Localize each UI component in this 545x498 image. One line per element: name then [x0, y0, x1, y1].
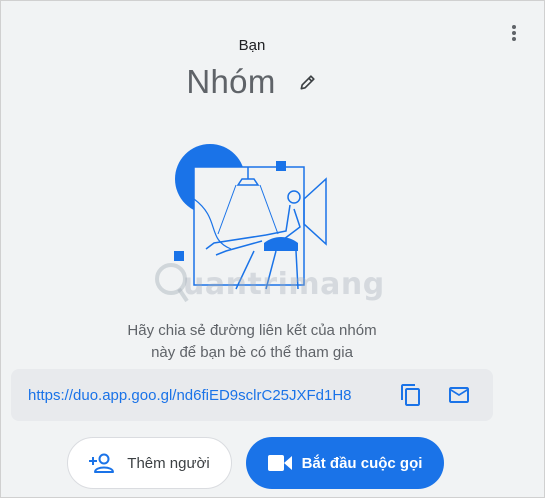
- start-call-label: Bắt đầu cuộc gọi: [301, 454, 423, 472]
- watermark-text: uantrimang: [183, 267, 385, 302]
- group-subtitle: Bạn: [238, 37, 266, 54]
- invite-link-box: https://duo.app.goo.gl/nd6fiED9sclrC25JX…: [11, 369, 493, 421]
- more-options-button[interactable]: [506, 21, 522, 45]
- share-description-line-1: Hãy chia sẻ đường liên kết của nhóm: [127, 322, 377, 339]
- mail-icon[interactable]: [447, 383, 471, 407]
- add-people-button[interactable]: Thêm người: [67, 437, 232, 489]
- person-add-icon: [89, 453, 115, 473]
- share-description-line-2: này để bạn bè có thể tham gia: [151, 344, 353, 361]
- copy-icon[interactable]: [399, 383, 423, 407]
- app-window: Bạn Nhóm uantrimang Hãy chia sẻ đường li…: [0, 0, 545, 498]
- share-description: Hãy chia sẻ đường liên kết của nhóm này …: [1, 320, 503, 364]
- pencil-icon[interactable]: [298, 72, 318, 92]
- add-people-label: Thêm người: [127, 454, 210, 472]
- start-call-button[interactable]: Bắt đầu cuộc gọi: [246, 437, 444, 489]
- more-vert-icon: [512, 25, 516, 29]
- invite-link[interactable]: https://duo.app.goo.gl/nd6fiED9sclrC25JX…: [28, 387, 399, 404]
- watermark: uantrimang: [153, 249, 384, 309]
- group-title-row: Nhóm: [1, 63, 503, 101]
- group-title: Nhóm: [186, 63, 276, 100]
- video-camera-icon: [267, 455, 292, 471]
